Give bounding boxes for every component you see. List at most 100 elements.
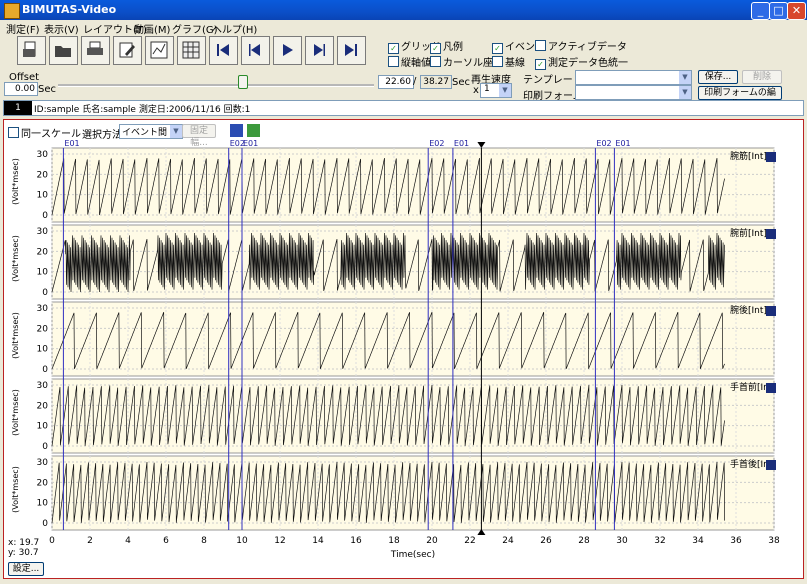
series-menu-icon (766, 383, 776, 393)
y-tick-label: 20 (37, 247, 49, 257)
y-tick-label: 20 (37, 170, 49, 180)
x-tick-label: 32 (654, 536, 665, 546)
template-select[interactable] (575, 70, 692, 85)
print-icon (87, 41, 103, 55)
minimize-button[interactable]: _ (751, 2, 770, 20)
x-tick-label: 2 (87, 536, 93, 546)
step-back-icon (249, 44, 260, 56)
x-tick-label: 14 (312, 536, 324, 546)
settings-button[interactable]: 設定... (8, 562, 44, 576)
play-button[interactable] (273, 36, 302, 65)
layout-button[interactable] (145, 36, 174, 65)
x-tick-label: 28 (578, 536, 590, 546)
multi-channel-chart[interactable]: 0102030(Volt*msec)腕筋[Int]0102030(Volt*ms… (4, 120, 803, 578)
menu-measure[interactable]: 測定(F) (6, 21, 40, 36)
y-axis-label: (Volt*msec) (11, 466, 20, 513)
menu-video[interactable]: 動画(M) (134, 21, 170, 36)
x-tick-label: 4 (125, 536, 131, 546)
x-tick-label: 22 (464, 536, 475, 546)
panel-background (51, 147, 775, 223)
menu-help[interactable]: ヘルプ(H) (212, 21, 257, 36)
event-label: E01 (454, 139, 469, 148)
time-slider[interactable] (58, 84, 374, 87)
x-tick-label: 34 (692, 536, 704, 546)
grid-button[interactable] (177, 36, 206, 65)
y-tick-label: 30 (37, 458, 49, 468)
y-tick-label: 0 (42, 211, 48, 221)
delete-button[interactable]: 削除 (742, 70, 782, 84)
cursor-readout: x: 19.7 y: 30.7 (8, 538, 40, 558)
baseline-checkbox[interactable]: 基線 (492, 54, 525, 69)
x-tick-label: 24 (502, 536, 514, 546)
y-tick-label: 20 (37, 401, 49, 411)
y-tick-label: 20 (37, 478, 49, 488)
time-separator: / (413, 76, 417, 87)
series-legend: 腕前[Int] (730, 227, 767, 239)
active-data-checkbox[interactable]: アクティブデータ (535, 38, 627, 53)
series-menu-icon (766, 229, 776, 239)
time-slider-thumb[interactable] (238, 75, 248, 89)
grid-icon (182, 41, 200, 59)
event-label: E01 (243, 139, 258, 148)
skip-start-icon (217, 44, 229, 56)
close-button[interactable]: ✕ (787, 2, 806, 20)
folder-button[interactable] (49, 36, 78, 65)
open-file-icon (23, 41, 36, 57)
legend-checkbox[interactable]: ✓ 凡例 (430, 38, 463, 54)
y-tick-label: 10 (37, 499, 49, 509)
y-tick-label: 0 (42, 442, 48, 452)
y-axis-label: (Volt*msec) (11, 158, 20, 205)
edit-print-form-button[interactable]: 印刷フォームの編集... (698, 86, 782, 110)
skip-start-button[interactable] (209, 36, 238, 65)
app-icon (4, 3, 20, 19)
print-form-select[interactable] (575, 85, 692, 100)
menu-view[interactable]: 表示(V) (44, 21, 79, 36)
x-tick-label: 12 (274, 536, 285, 546)
x-tick-label: 16 (350, 536, 362, 546)
window-title: BIMUTAS-Video (22, 3, 117, 16)
step-forward-icon (314, 44, 325, 56)
series-menu-icon (766, 460, 776, 470)
skip-end-button[interactable] (337, 36, 366, 65)
step-back-button[interactable] (241, 36, 270, 65)
y-tick-label: 0 (42, 365, 48, 375)
x-tick-label: 38 (768, 536, 780, 546)
open-file-button[interactable] (17, 36, 46, 65)
y-tick-label: 30 (37, 304, 49, 314)
layout-icon (150, 41, 168, 59)
y-tick-label: 10 (37, 268, 49, 278)
x-tick-label: 18 (388, 536, 400, 546)
step-forward-button[interactable] (305, 36, 334, 65)
event-label: E02 (429, 139, 444, 148)
event-label: E01 (615, 139, 630, 148)
offset-input[interactable]: 0.00 (4, 82, 38, 96)
x-tick-label: 36 (730, 536, 742, 546)
x-tick-label: 20 (426, 536, 438, 546)
y-axis-label: (Volt*msec) (11, 312, 20, 359)
print-button[interactable] (81, 36, 110, 65)
x-tick-label: 0 (49, 536, 55, 546)
vertical-value-checkbox[interactable]: 縦軸値 (388, 54, 431, 69)
measurement-info-bar[interactable]: 1 ID:sample 氏名:sample 測定日:2006/11/16 回数:… (3, 100, 804, 116)
edit-button[interactable] (113, 36, 142, 65)
maximize-button[interactable]: □ (769, 2, 788, 20)
menu-bar: 測定(F) 表示(V) レイアウト(T) 動画(M) グラフ(G) ヘルプ(H) (0, 20, 807, 36)
cursor-x-value: 19.7 (19, 538, 40, 548)
y-tick-label: 0 (42, 288, 48, 298)
y-tick-label: 10 (37, 191, 49, 201)
measurement-info-text: ID:sample 氏名:sample 測定日:2006/11/16 回数:1 (34, 105, 251, 115)
current-time-input[interactable]: 22.60 (378, 75, 414, 89)
graph-panel: 同一スケール 選択方法: イベント間 固定幅... 0102030(Volt*m… (3, 119, 804, 579)
menu-graph[interactable]: グラフ(G) (172, 21, 218, 36)
series-legend: 腕筋[Int] (730, 150, 767, 162)
event-label: E02 (596, 139, 611, 148)
toolbar (3, 36, 373, 66)
color-unify-checkbox[interactable]: ✓ 測定データ色統一 (535, 54, 628, 70)
save-button[interactable]: 保存... (698, 70, 738, 84)
x-tick-label: 10 (236, 536, 248, 546)
playback-speed-select[interactable]: 1 (480, 83, 512, 98)
x-tick-label: 6 (163, 536, 169, 546)
panel-background (51, 378, 775, 454)
play-icon (283, 44, 293, 56)
series-menu-icon (766, 306, 776, 316)
